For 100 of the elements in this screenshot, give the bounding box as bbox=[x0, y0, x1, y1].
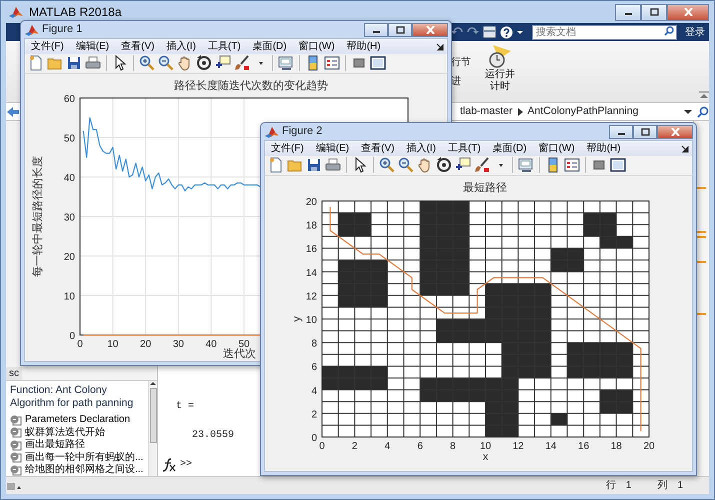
search-field[interactable]: 搜索文档 bbox=[532, 24, 677, 40]
legend-icon[interactable] bbox=[324, 55, 340, 72]
close-button[interactable] bbox=[667, 4, 709, 20]
rotate-icon[interactable] bbox=[196, 55, 212, 72]
axis-tick-label: 12 bbox=[306, 291, 317, 302]
menu-item[interactable]: 插入(I) bbox=[160, 40, 202, 54]
window-title: Figure 2 bbox=[282, 124, 322, 140]
axis-label: y bbox=[291, 316, 303, 322]
ribbon-label: 进 bbox=[451, 74, 462, 89]
axis-tick-label: 50 bbox=[64, 134, 75, 145]
legend-icon[interactable] bbox=[564, 157, 580, 174]
outline-item[interactable]: Parameters Declaration bbox=[10, 414, 130, 426]
brush-icon[interactable] bbox=[234, 55, 250, 72]
search-icon[interactable] bbox=[697, 106, 709, 118]
path-segment[interactable]: AntColonyPathPlanning bbox=[528, 104, 638, 120]
window-icon[interactable] bbox=[610, 157, 626, 174]
axis-tick-label: 20 bbox=[306, 197, 317, 208]
linked-plot-icon[interactable] bbox=[518, 157, 534, 174]
warning-marker[interactable] bbox=[697, 313, 706, 315]
maximize-icon bbox=[640, 128, 650, 136]
new-file-icon[interactable] bbox=[268, 157, 284, 174]
maximize-button[interactable] bbox=[633, 124, 657, 139]
minimize-button[interactable] bbox=[364, 22, 388, 37]
warning-marker[interactable] bbox=[697, 231, 706, 233]
linked-plot-icon[interactable] bbox=[278, 55, 294, 72]
close-button[interactable] bbox=[657, 124, 693, 139]
printer-icon[interactable] bbox=[325, 157, 341, 174]
scrollbar[interactable] bbox=[148, 381, 157, 476]
axis-tick-label: 2 bbox=[311, 409, 317, 420]
stopwatch-icon bbox=[487, 43, 513, 69]
axis-tick-label: 2 bbox=[352, 441, 358, 452]
minimize-button[interactable] bbox=[609, 124, 633, 139]
login-button[interactable]: 登录 bbox=[681, 24, 709, 40]
section-icon bbox=[10, 414, 22, 426]
menu-item[interactable]: 编辑(E) bbox=[310, 142, 356, 156]
printer-icon[interactable] bbox=[85, 55, 101, 72]
axis-tick-label: 12 bbox=[512, 441, 524, 452]
dock-arrow-icon[interactable] bbox=[681, 144, 689, 153]
axis-tick-label: 0 bbox=[77, 339, 83, 350]
maximize-button[interactable] bbox=[388, 22, 412, 37]
menu-item[interactable]: 文件(F) bbox=[25, 40, 70, 54]
layout-icon[interactable] bbox=[483, 26, 496, 38]
status-value: 1 bbox=[677, 479, 683, 493]
section-icon bbox=[10, 440, 22, 451]
zoom-in-icon[interactable] bbox=[379, 157, 395, 174]
window-icon[interactable] bbox=[370, 55, 386, 72]
outline-item[interactable]: 画出每一轮中所有蚂蚁的... bbox=[10, 452, 144, 464]
menu-item[interactable]: 工具(T) bbox=[202, 40, 247, 54]
menu-item[interactable]: 工具(T) bbox=[442, 142, 487, 156]
axis-tick-label: 0 bbox=[69, 331, 75, 342]
menu-item[interactable]: 桌面(D) bbox=[486, 142, 533, 156]
search-icon[interactable] bbox=[664, 26, 674, 36]
outline-item[interactable]: 蚁群算法迭代开始 bbox=[10, 426, 105, 439]
warning-marker[interactable] bbox=[697, 261, 706, 263]
function-icon[interactable] bbox=[162, 458, 176, 472]
output-line: t = bbox=[175, 400, 194, 414]
close-icon bbox=[670, 128, 680, 136]
dock-arrow-icon[interactable] bbox=[436, 42, 444, 51]
caret-icon[interactable] bbox=[684, 108, 692, 116]
menu-item[interactable]: 桌面(D) bbox=[246, 40, 293, 54]
window-title: MATLAB R2018a bbox=[29, 4, 122, 21]
back-arrow-icon[interactable] bbox=[6, 106, 20, 118]
rotate-icon[interactable] bbox=[436, 157, 452, 174]
help-icon[interactable] bbox=[500, 26, 513, 38]
menu-item[interactable]: 文件(F) bbox=[265, 142, 310, 156]
menu-item[interactable]: 编辑(E) bbox=[70, 40, 116, 54]
axis-tick-label: 10 bbox=[64, 292, 75, 303]
axis-tick-label: 16 bbox=[578, 441, 590, 452]
maximize-button[interactable] bbox=[641, 4, 667, 20]
axis-tick-label: 0 bbox=[319, 441, 325, 452]
menu-item[interactable]: 插入(I) bbox=[400, 142, 442, 156]
axis-label: 迭代次 bbox=[223, 348, 256, 360]
path-segment[interactable]: tlab-master bbox=[460, 104, 513, 120]
run-and-time-button[interactable]: 运行并 计时 bbox=[479, 41, 521, 102]
breadcrumb-arrow-icon[interactable] bbox=[518, 108, 523, 116]
brush-icon[interactable] bbox=[474, 157, 490, 174]
panel-grip-icon[interactable] bbox=[6, 480, 22, 490]
zoom-out-icon[interactable] bbox=[158, 55, 174, 72]
axis-tick-label: 18 bbox=[306, 220, 317, 232]
new-file-icon[interactable] bbox=[28, 55, 44, 72]
panel-tab[interactable]: sc bbox=[6, 367, 22, 380]
menu-item[interactable]: 查看(V) bbox=[355, 142, 400, 156]
menu-item[interactable]: 帮助(H) bbox=[580, 142, 627, 156]
close-button[interactable] bbox=[412, 22, 448, 37]
command-prompt: >> bbox=[180, 458, 192, 472]
menu-item[interactable]: 查看(V) bbox=[115, 40, 160, 54]
peak-logo-icon bbox=[264, 125, 278, 138]
axis-tick-label: 14 bbox=[306, 268, 317, 279]
menu-item[interactable]: 帮助(H) bbox=[340, 40, 387, 54]
zoom-in-icon[interactable] bbox=[139, 55, 155, 72]
axis-tick-label: 14 bbox=[545, 441, 556, 452]
menu-item[interactable]: 窗口(W) bbox=[532, 142, 581, 156]
axis-tick-label: 4 bbox=[384, 441, 390, 452]
warning-marker[interactable] bbox=[697, 236, 706, 238]
menu-item[interactable]: 窗口(W) bbox=[292, 40, 341, 54]
zoom-out-icon[interactable] bbox=[398, 157, 414, 174]
collapse-icon[interactable] bbox=[699, 91, 709, 99]
outline-item[interactable]: 画出最短路径 bbox=[10, 439, 85, 452]
warning-marker[interactable] bbox=[697, 187, 706, 189]
minimize-button[interactable] bbox=[615, 4, 641, 20]
